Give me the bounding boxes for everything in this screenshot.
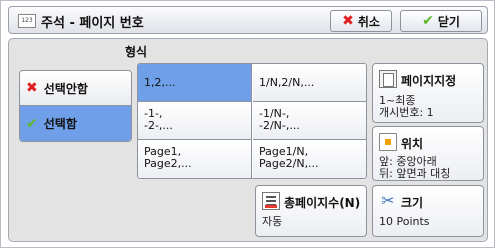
enable-button[interactable]: ✔ 선택함	[20, 106, 131, 141]
position-icon	[379, 133, 397, 151]
size-button[interactable]: ✂ 크기 10 Points	[372, 185, 484, 237]
pages-icon	[379, 70, 397, 88]
close-x-icon: ✖	[342, 13, 354, 29]
enable-label: 선택함	[43, 117, 77, 131]
format-option[interactable]: 1/N,2/N,...	[253, 64, 366, 102]
total-pages-value: 자동	[262, 215, 283, 228]
disable-label: 선택안함	[43, 81, 88, 96]
size-title: 크기	[401, 196, 424, 210]
total-pages-title: 총페이지수(N)	[284, 196, 361, 210]
format-option-text: Page2/N,...	[259, 157, 319, 170]
start-page-title: 페이지지정	[401, 74, 457, 88]
format-grid: 1,2,... 1/N,2/N,... -1-, -2-,... -1/N-, …	[137, 63, 367, 179]
page-number-icon: 123	[18, 14, 36, 28]
dialog-title: 주석 - 페이지 번호	[41, 16, 144, 31]
format-option-text: -2-,...	[144, 119, 173, 132]
position-button[interactable]: 위치 앞: 중앙아래 뒤: 앞면과 대칭	[372, 126, 484, 181]
start-page-range: 1~최종	[379, 94, 416, 107]
checkmark-icon: ✔	[26, 115, 38, 132]
checkmark-icon: ✔	[422, 13, 434, 29]
cancel-label: 취소	[357, 14, 380, 29]
close-button[interactable]: ✔ 닫기	[400, 10, 482, 32]
disable-button[interactable]: ✖ 선택안함	[20, 71, 131, 106]
x-icon: ✖	[26, 80, 38, 96]
format-option-text: Page2,...	[144, 157, 192, 170]
format-option[interactable]: Page1, Page2,...	[138, 140, 252, 178]
title-bar: 123 주석 - 페이지 번호 ✖ 취소 ✔ 닫기	[8, 6, 488, 34]
cancel-button[interactable]: ✖ 취소	[330, 10, 392, 32]
close-label: 닫기	[437, 14, 460, 29]
format-option-text: 1/N,2/N,...	[259, 76, 315, 89]
total-pages-button[interactable]: 총페이지수(N) 자동	[255, 185, 367, 237]
document-icon	[262, 192, 280, 210]
start-page-button[interactable]: 페이지지정 1~최종 개시번호: 1	[372, 63, 484, 123]
format-section-label: 형식	[125, 45, 148, 59]
format-option[interactable]: -1/N-, -2/N-,...	[253, 102, 366, 140]
format-option-text: 1,2,...	[144, 76, 176, 89]
format-option[interactable]: 1,2,...	[138, 64, 252, 102]
format-option[interactable]: Page1/N, Page2/N,...	[253, 140, 366, 178]
tools-icon: ✂	[381, 191, 395, 210]
position-front: 앞: 중앙아래	[379, 155, 437, 168]
start-page-number: 개시번호: 1	[379, 106, 434, 119]
format-option[interactable]: -1-, -2-,...	[138, 102, 252, 140]
format-option-text: -2/N-,...	[259, 119, 300, 132]
position-title: 위치	[401, 137, 424, 151]
page-number-toggle: ✖ 선택안함 ✔ 선택함	[19, 70, 132, 142]
size-value: 10 Points	[379, 215, 430, 228]
position-back: 뒤: 앞면과 대칭	[379, 167, 451, 180]
